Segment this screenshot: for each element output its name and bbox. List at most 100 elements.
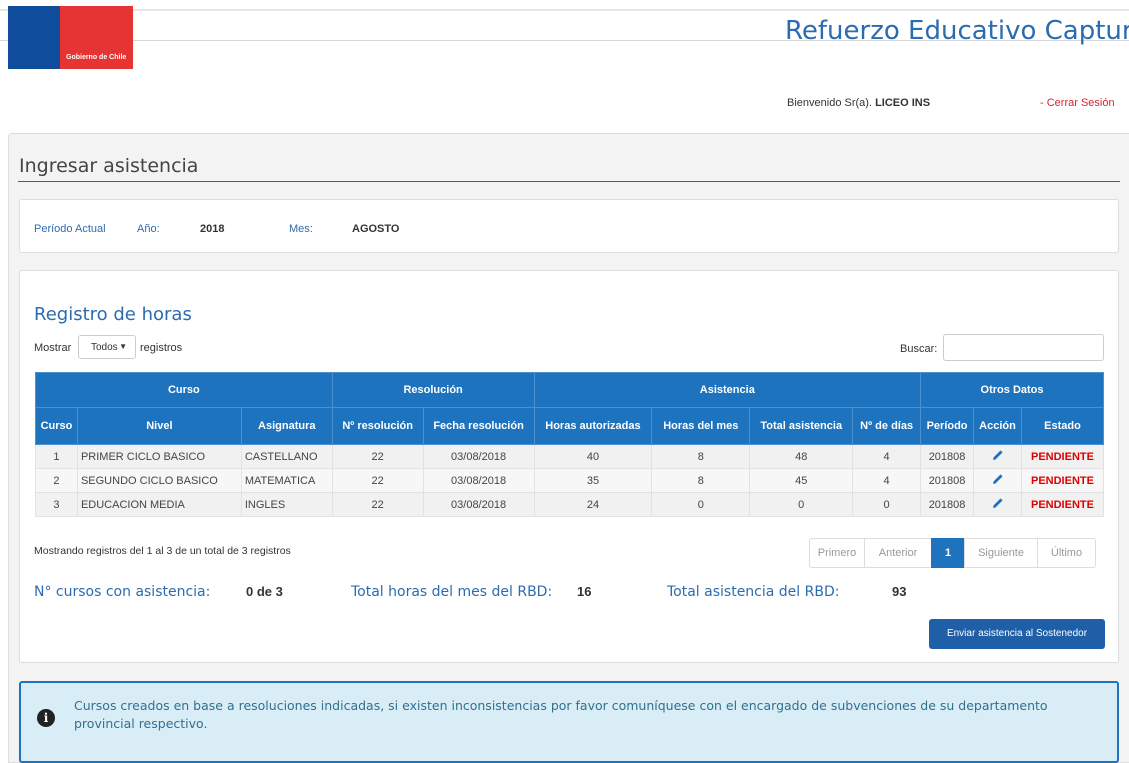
col-header-asignatura[interactable]: Asignatura xyxy=(240,407,333,445)
info-icon: i xyxy=(37,709,55,727)
col-header-horas-mes[interactable]: Horas del mes xyxy=(651,407,751,445)
cell-horas-mes: 0 xyxy=(651,492,751,517)
col-header-resolucion[interactable]: Nº resolución xyxy=(331,407,424,445)
cell-periodo: 201808 xyxy=(920,444,975,469)
welcome-prefix: Bienvenido Sr(a). xyxy=(787,97,872,109)
page-root: Gobierno de Chile Refuerzo Educativo Cap… xyxy=(0,0,1129,763)
asistencia-label: Total asistencia del RBD: xyxy=(667,584,840,600)
cell-horas-mes: 8 xyxy=(651,444,751,469)
show-entries-select[interactable]: Todos ▼ xyxy=(78,335,136,359)
cell-accion xyxy=(973,444,1022,469)
group-header-resolucion: Resolución xyxy=(331,372,535,408)
col-header-curso[interactable]: Curso xyxy=(35,407,78,445)
cell-dias: 4 xyxy=(852,444,922,469)
pagination: Primero Anterior 1 Siguiente Último xyxy=(809,538,1096,568)
table-header-row: Curso Nivel Asignatura Nº resolución Fec… xyxy=(35,407,1105,445)
title-divider xyxy=(18,181,1120,182)
pager-first-button[interactable]: Primero xyxy=(809,538,865,568)
cell-total-asistencia: 0 xyxy=(749,492,854,517)
pencil-icon[interactable] xyxy=(992,473,1004,485)
cell-asignatura: INGLES xyxy=(240,492,333,517)
cell-horas-autorizadas: 40 xyxy=(533,444,653,469)
col-header-fecha[interactable]: Fecha resolución xyxy=(422,407,535,445)
cell-estado: PENDIENTE xyxy=(1020,444,1105,469)
cell-periodo: 201808 xyxy=(920,468,975,493)
pager-page-1[interactable]: 1 xyxy=(931,538,965,568)
cell-dias: 4 xyxy=(852,468,922,493)
app-title: Refuerzo Educativo Captura xyxy=(785,16,1129,46)
chevron-down-icon: ▼ xyxy=(119,342,127,351)
cell-dias: 0 xyxy=(852,492,922,517)
col-header-dias[interactable]: Nº de días xyxy=(852,407,922,445)
header-top-line xyxy=(0,9,1129,11)
cell-curso: 3 xyxy=(35,492,78,517)
table-group-header-row: Curso Resolución Asistencia Otros Datos xyxy=(35,372,1104,408)
cell-resolucion: 22 xyxy=(331,444,424,469)
cell-asignatura: MATEMATICA xyxy=(240,468,333,493)
welcome-message: Bienvenido Sr(a). LICEO INS xyxy=(787,97,930,109)
cell-fecha: 03/08/2018 xyxy=(422,468,535,493)
table-row: 2 SEGUNDO CICLO BASICO MATEMATICA 22 03/… xyxy=(35,468,1105,493)
cursos-label: N° cursos con asistencia: xyxy=(34,584,211,600)
cursos-value: 0 de 3 xyxy=(246,584,283,599)
search-input[interactable] xyxy=(943,334,1104,361)
show-suffix: registros xyxy=(140,342,183,354)
cell-resolucion: 22 xyxy=(331,468,424,493)
logo-text: Gobierno de Chile xyxy=(66,54,127,61)
registro-title: Registro de horas xyxy=(34,304,192,325)
cell-nivel: EDUCACION MEDIA xyxy=(76,492,242,517)
cell-total-asistencia: 48 xyxy=(749,444,854,469)
show-label: Mostrar xyxy=(34,342,72,354)
month-value: AGOSTO xyxy=(352,223,400,235)
cell-accion xyxy=(973,468,1022,493)
period-label: Período Actual xyxy=(34,223,106,235)
alert-text: Cursos creados en base a resoluciones in… xyxy=(74,698,1048,731)
horas-label: Total horas del mes del RBD: xyxy=(351,584,553,600)
logout-link[interactable]: - Cerrar Sesión xyxy=(1040,97,1115,109)
cell-periodo: 201808 xyxy=(920,492,975,517)
cell-asignatura: CASTELLANO xyxy=(240,444,333,469)
asistencia-value: 93 xyxy=(892,584,907,599)
send-to-sostenedor-button[interactable]: Enviar asistencia al Sostenedor xyxy=(929,619,1105,649)
cell-estado: PENDIENTE xyxy=(1020,468,1105,493)
pager-next-button[interactable]: Siguiente xyxy=(964,538,1038,568)
user-name: LICEO INS xyxy=(875,97,931,109)
col-header-horas-autorizadas[interactable]: Horas autorizadas xyxy=(533,407,653,445)
attendance-table: Curso Resolución Asistencia Otros Datos … xyxy=(35,372,1105,517)
cell-accion xyxy=(973,492,1022,517)
horas-value: 16 xyxy=(577,584,592,599)
search-label: Buscar: xyxy=(900,343,938,355)
cell-curso: 2 xyxy=(35,468,78,493)
pencil-icon[interactable] xyxy=(992,449,1004,461)
col-header-periodo[interactable]: Período xyxy=(920,407,975,445)
col-header-nivel[interactable]: Nivel xyxy=(76,407,242,445)
col-header-total-asistencia[interactable]: Total asistencia xyxy=(749,407,854,445)
table-info-text: Mostrando registros del 1 al 3 de un tot… xyxy=(34,545,291,557)
cell-estado: PENDIENTE xyxy=(1020,492,1105,517)
show-entries-value: Todos xyxy=(91,342,118,353)
cell-horas-autorizadas: 35 xyxy=(533,468,653,493)
cell-resolucion: 22 xyxy=(331,492,424,517)
group-header-curso: Curso xyxy=(35,372,333,408)
cell-nivel: PRIMER CICLO BASICO xyxy=(76,444,242,469)
cell-nivel: SEGUNDO CICLO BASICO xyxy=(76,468,242,493)
cell-fecha: 03/08/2018 xyxy=(422,444,535,469)
year-label: Año: xyxy=(137,223,160,235)
group-header-asistencia: Asistencia xyxy=(533,372,922,408)
col-header-accion[interactable]: Acción xyxy=(973,407,1022,445)
cell-fecha: 03/08/2018 xyxy=(422,492,535,517)
group-header-otros: Otros Datos xyxy=(920,372,1104,408)
cell-curso: 1 xyxy=(35,444,78,469)
month-label: Mes: xyxy=(289,223,313,235)
year-value: 2018 xyxy=(200,223,225,235)
cell-horas-mes: 8 xyxy=(651,468,751,493)
pencil-icon[interactable] xyxy=(992,497,1004,509)
period-box xyxy=(19,199,1119,253)
pager-last-button[interactable]: Último xyxy=(1037,538,1096,568)
page-title: Ingresar asistencia xyxy=(19,155,199,177)
logo-blue-block xyxy=(8,6,60,69)
pager-prev-button[interactable]: Anterior xyxy=(864,538,932,568)
col-header-estado[interactable]: Estado xyxy=(1020,407,1105,445)
cell-total-asistencia: 45 xyxy=(749,468,854,493)
table-row: 3 EDUCACION MEDIA INGLES 22 03/08/2018 2… xyxy=(35,492,1105,517)
